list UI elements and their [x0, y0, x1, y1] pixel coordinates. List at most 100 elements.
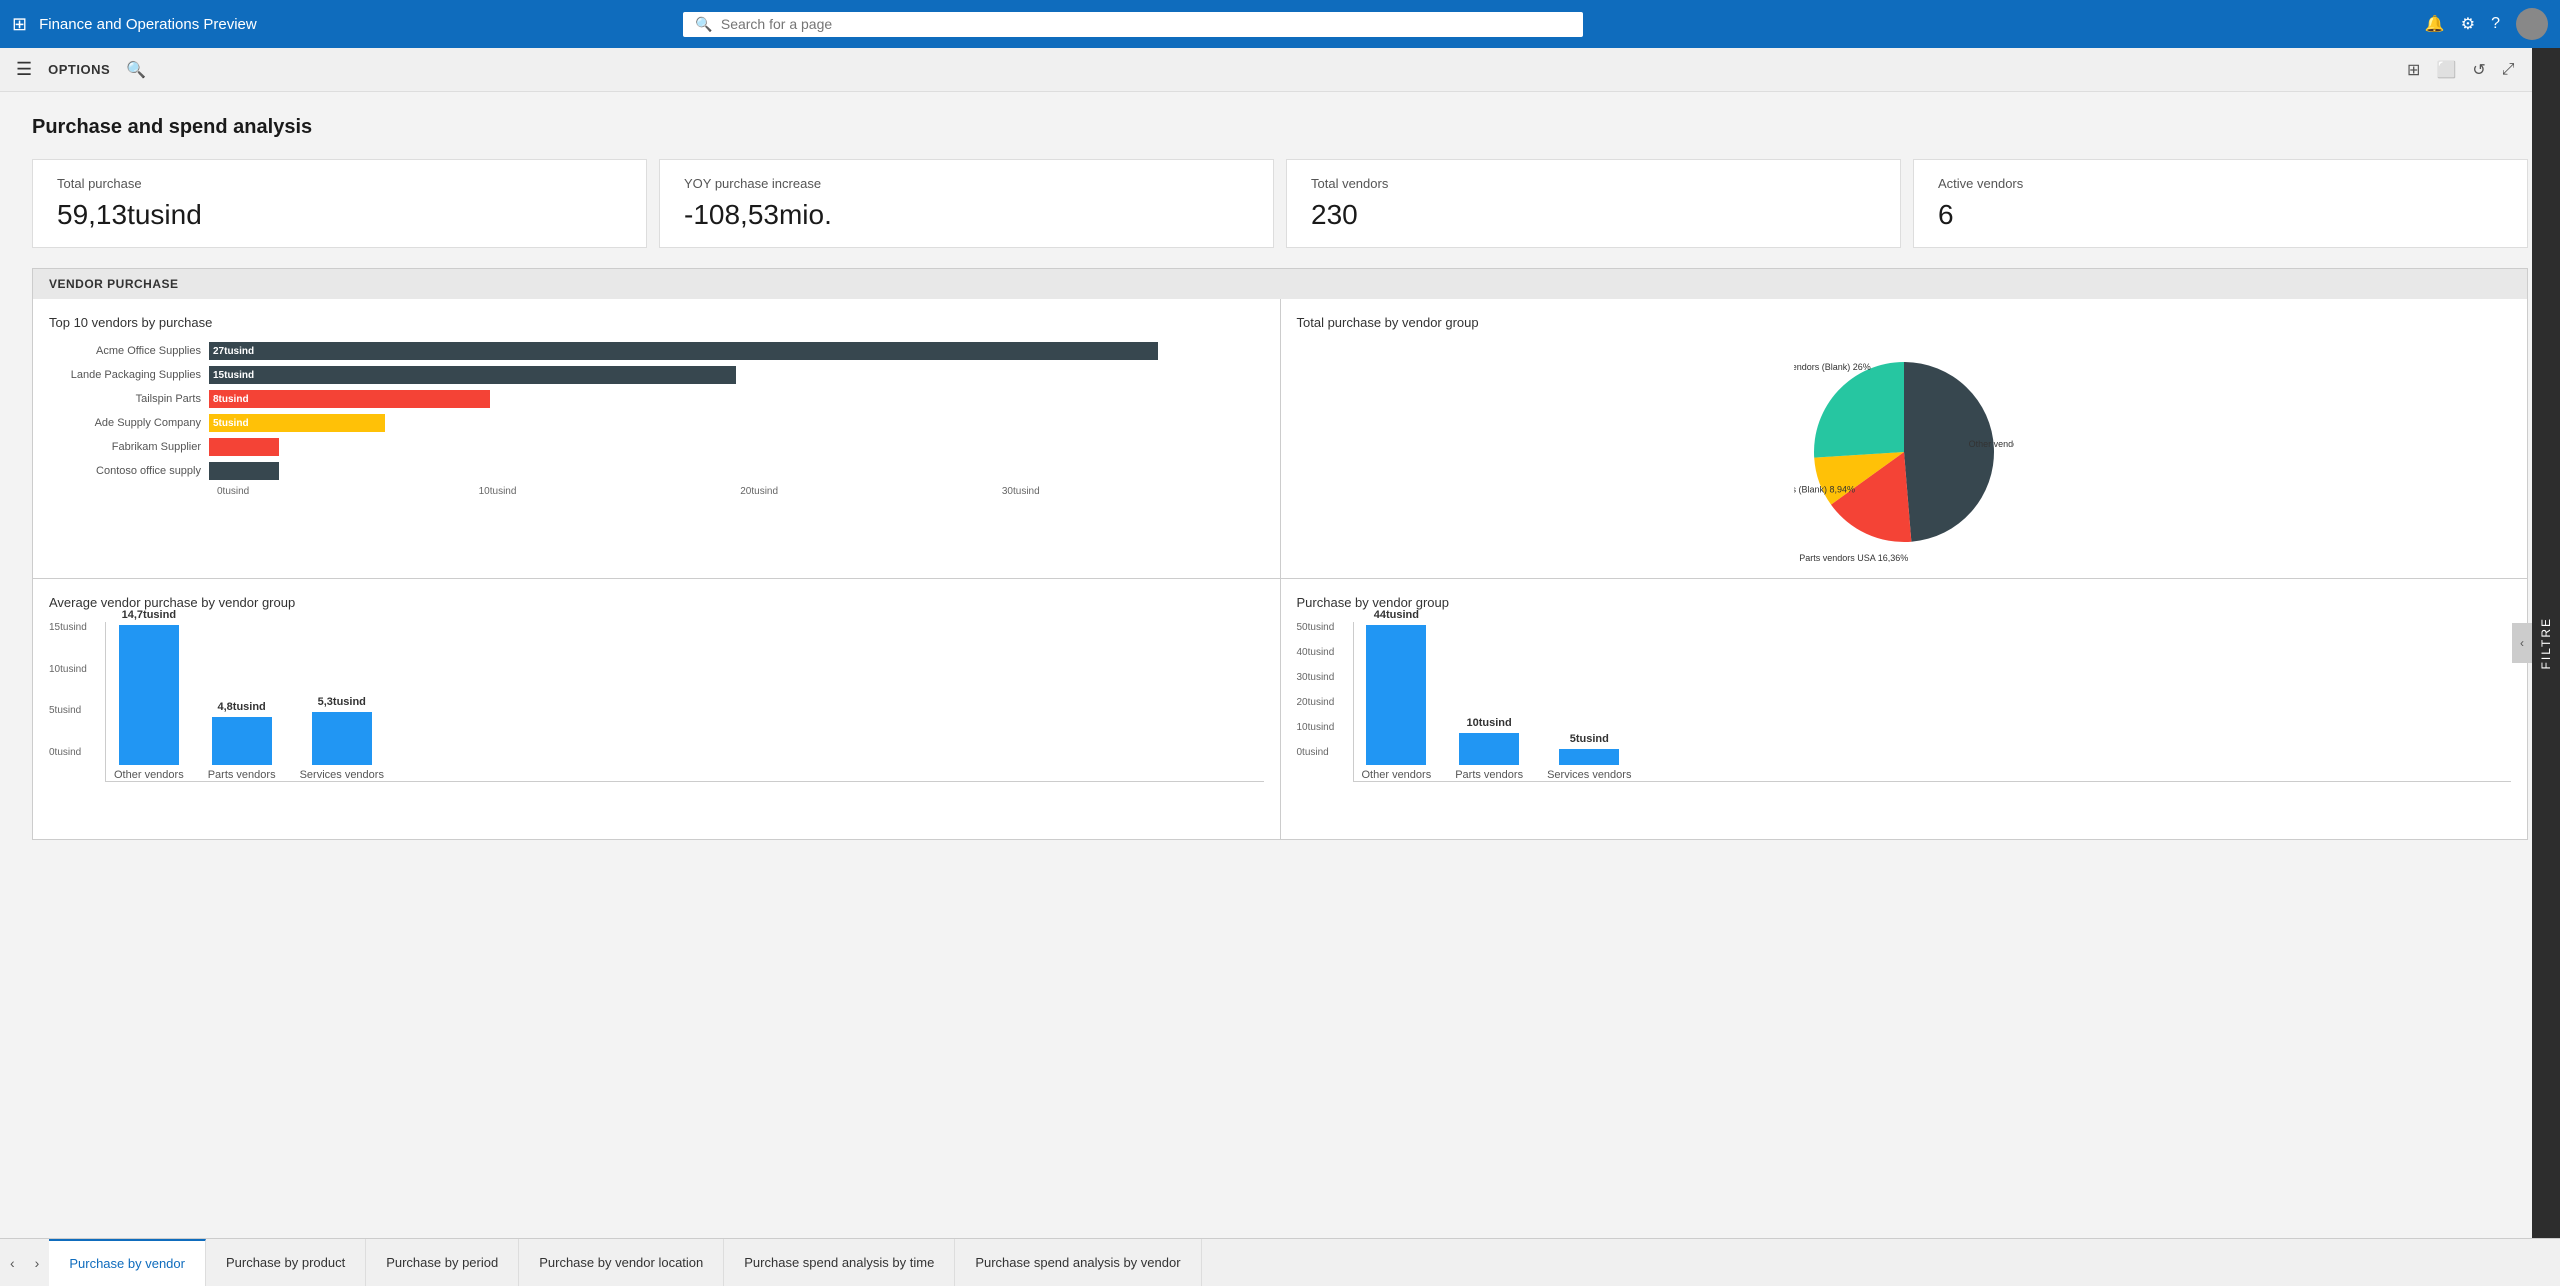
search-icon: 🔍: [695, 16, 712, 33]
col-bar[interactable]: [212, 717, 272, 765]
pie-segment[interactable]: [1814, 362, 1904, 458]
bar-label: Acme Office Supplies: [49, 345, 209, 357]
tab-product[interactable]: Purchase by product: [206, 1239, 366, 1286]
charts-top-row: Top 10 vendors by purchase Acme Office S…: [33, 299, 2527, 579]
charts-bottom-row: Average vendor purchase by vendor group …: [33, 579, 2527, 839]
filter-arrow[interactable]: ‹: [2512, 623, 2532, 663]
bar-item: Fabrikam Supplier: [49, 438, 1264, 456]
kpi-active-vendors: Active vendors 6: [1913, 159, 2528, 248]
tab-vendor2[interactable]: Purchase spend analysis by vendor: [955, 1239, 1201, 1286]
search-bar[interactable]: 🔍: [683, 12, 1583, 37]
avg-y-axis: 15tusind10tusind5tusind0tusind: [49, 622, 87, 758]
bar-item: Contoso office supply: [49, 462, 1264, 480]
col-label: Parts vendors: [1455, 769, 1523, 781]
top-nav: ⊞ Finance and Operations Preview 🔍 🔔 ⚙ ?: [0, 0, 2560, 48]
top10-panel: Top 10 vendors by purchase Acme Office S…: [33, 299, 1281, 578]
expand-icon[interactable]: ⤢: [2502, 61, 2515, 79]
bar-wrapper: [209, 438, 1264, 456]
pie-chart-svg: Other vendors USA 48,69%Parts vendors US…: [1794, 342, 2014, 562]
open-icon[interactable]: ⬜: [2436, 60, 2456, 80]
col-bar[interactable]: [119, 625, 179, 765]
col-bar[interactable]: [1366, 625, 1426, 765]
y-axis-label: 10tusind: [1297, 722, 1335, 733]
col-group: 5tusindServices vendors: [1547, 733, 1631, 781]
col-group: 4,8tusindParts vendors: [208, 701, 276, 781]
bar-wrapper: 15tusind: [209, 366, 1264, 384]
grid-icon[interactable]: ⊞: [12, 14, 27, 35]
tab-time[interactable]: Purchase spend analysis by time: [724, 1239, 955, 1286]
y-axis-label: 30tusind: [1297, 672, 1335, 683]
vendor-purchase-section: VENDOR PURCHASE Top 10 vendors by purcha…: [32, 268, 2528, 840]
y-axis-label: 40tusind: [1297, 647, 1335, 658]
tab-prev-arrow[interactable]: ‹: [0, 1239, 25, 1286]
y-axis-label: 50tusind: [1297, 622, 1335, 633]
kpi-label-2: Total vendors: [1311, 176, 1876, 191]
bar-wrapper: 8tusind: [209, 390, 1264, 408]
col-group: 44tusind Other vendors: [1362, 609, 1432, 781]
bar-fill: 8tusind: [209, 390, 490, 408]
kpi-row: Total purchase 59,13tusind YOY purchase …: [32, 159, 2528, 248]
tab-items: Purchase by vendorPurchase by productPur…: [49, 1239, 1201, 1286]
by-group-bars: 44tusindOther vendors10tusindParts vendo…: [1353, 622, 2512, 782]
refresh-icon[interactable]: ↺: [2472, 60, 2485, 80]
pie-container: Other vendors USA 48,69%Parts vendors US…: [1297, 342, 2512, 562]
page-title: Purchase and spend analysis: [32, 116, 2528, 139]
col-label: Other vendors: [1362, 769, 1432, 781]
main-content: Purchase and spend analysis Total purcha…: [0, 92, 2560, 1238]
kpi-label-1: YOY purchase increase: [684, 176, 1249, 191]
avg-bars: 14,7tusindOther vendors4,8tusindParts ve…: [105, 622, 1264, 782]
layout-icon[interactable]: ⊞: [2407, 60, 2420, 80]
kpi-label-3: Active vendors: [1938, 176, 2503, 191]
avatar[interactable]: [2516, 8, 2548, 40]
tab-vendor[interactable]: Purchase by vendor: [49, 1239, 206, 1286]
search-input[interactable]: [721, 16, 1572, 32]
bar-wrapper: [209, 462, 1264, 480]
pie-panel: Total purchase by vendor group Other ven…: [1281, 299, 2528, 578]
y-axis-label: 20tusind: [1297, 697, 1335, 708]
bar-item: Tailspin Parts 8tusind: [49, 390, 1264, 408]
filter-panel[interactable]: FILTRE: [2532, 48, 2560, 1238]
pie-label: Parts vendors USA 16,36%: [1799, 553, 1908, 562]
settings-icon[interactable]: ⚙: [2461, 14, 2475, 34]
bar-chart: Acme Office Supplies 27tusind Lande Pack…: [49, 342, 1264, 480]
y-axis-label: 5tusind: [49, 705, 87, 716]
bar-wrapper: 5tusind: [209, 414, 1264, 432]
pie-segment[interactable]: [1904, 362, 1994, 542]
col-bar[interactable]: [1559, 749, 1619, 765]
x-axis-label: 20tusind: [740, 486, 1002, 497]
kpi-value-3: 6: [1938, 199, 2503, 231]
toolbar-search-icon[interactable]: 🔍: [126, 60, 146, 80]
bar-wrapper: 27tusind: [209, 342, 1264, 360]
y-axis-label: 0tusind: [49, 747, 87, 758]
tab-location[interactable]: Purchase by vendor location: [519, 1239, 724, 1286]
col-bar[interactable]: [312, 712, 372, 765]
col-label: Services vendors: [300, 769, 384, 781]
col-value: 14,7tusind: [122, 609, 176, 621]
pie-title: Total purchase by vendor group: [1297, 315, 2512, 330]
col-value: 44tusind: [1374, 609, 1419, 621]
pie-label: Other vendors (Blank) 26%: [1794, 362, 1871, 372]
notification-icon[interactable]: 🔔: [2425, 14, 2445, 34]
bar-label: Lande Packaging Supplies: [49, 369, 209, 381]
bar-fill: 27tusind: [209, 342, 1158, 360]
tab-next-arrow[interactable]: ›: [25, 1239, 50, 1286]
col-label: Other vendors: [114, 769, 184, 781]
by-group-panel: Purchase by vendor group 50tusind40tusin…: [1281, 579, 2528, 839]
top10-title: Top 10 vendors by purchase: [49, 315, 1264, 330]
bar-fill: 5tusind: [209, 414, 385, 432]
filter-label: FILTRE: [2539, 617, 2553, 669]
tab-period[interactable]: Purchase by period: [366, 1239, 519, 1286]
section-header: VENDOR PURCHASE: [33, 269, 2527, 299]
kpi-value-0: 59,13tusind: [57, 199, 622, 231]
kpi-label-0: Total purchase: [57, 176, 622, 191]
tab-bar: ‹ › Purchase by vendorPurchase by produc…: [0, 1238, 2560, 1286]
col-value: 4,8tusind: [217, 701, 265, 713]
col-bar[interactable]: [1459, 733, 1519, 765]
bar-label: Tailspin Parts: [49, 393, 209, 405]
x-axis-label: 0tusind: [217, 486, 479, 497]
col-group: 14,7tusind Other vendors: [114, 609, 184, 781]
help-icon[interactable]: ?: [2491, 15, 2500, 33]
hamburger-icon[interactable]: ☰: [16, 59, 32, 80]
bar-label: Ade Supply Company: [49, 417, 209, 429]
bar-fill: 15tusind: [209, 366, 736, 384]
